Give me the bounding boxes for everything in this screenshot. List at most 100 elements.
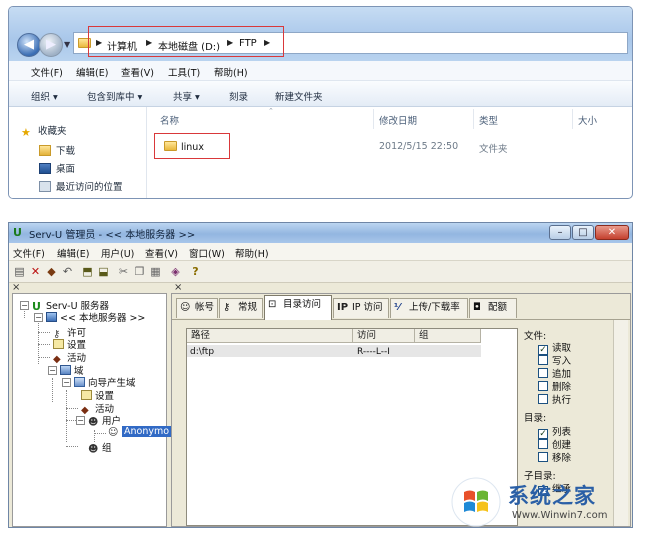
- checkbox-box[interactable]: [538, 439, 548, 449]
- checkbox-box[interactable]: [538, 368, 548, 378]
- tree-node-anonymous-user[interactable]: ☺ Anonymo: [108, 426, 172, 439]
- column-path[interactable]: 路径: [187, 329, 353, 343]
- column-type[interactable]: 类型: [479, 113, 498, 127]
- explorer-command-bar: 组织 ▾ 包含到库中 ▾ 共享 ▾ 刻录 新建文件夹: [9, 81, 632, 107]
- column-modified[interactable]: 修改日期: [379, 113, 417, 127]
- menu-edit[interactable]: 编辑(E): [76, 65, 108, 79]
- tree-line: [38, 332, 50, 333]
- tab-quota[interactable]: ◘ 配额: [469, 298, 517, 318]
- tree-node-domain-settings[interactable]: 设置: [81, 388, 114, 402]
- checkbox-box[interactable]: [538, 355, 548, 365]
- tab-upload-download-ratio[interactable]: ⅟ 上传/下载率: [390, 298, 468, 318]
- cut-icon[interactable]: ✂: [117, 265, 130, 278]
- servu-titlebar: U Serv-U 管理员 - << 本地服务器 >> – □ ✕: [9, 223, 632, 243]
- tree-line: [94, 433, 106, 434]
- servu-logo-icon: U: [13, 226, 22, 239]
- history-dropdown-icon[interactable]: ▼: [64, 40, 70, 49]
- column-name[interactable]: 名称: [160, 113, 179, 127]
- servu-menubar: 文件(F) 编辑(E) 用户(U) 查看(V) 窗口(W) 帮助(H): [9, 243, 632, 261]
- menu-help[interactable]: 帮助(H): [214, 65, 248, 79]
- tree-node-wizard-domain[interactable]: 向导产生域: [74, 375, 136, 389]
- checkbox-delete[interactable]: 删除: [538, 379, 571, 393]
- tab-account[interactable]: ☺ 帐号: [176, 298, 218, 318]
- dir-access-flags: R----L--I: [357, 347, 390, 357]
- tab-general[interactable]: ⚷ 常规: [219, 298, 263, 318]
- column-access[interactable]: 访问: [353, 329, 415, 343]
- collapse-icon[interactable]: −: [62, 378, 71, 387]
- share-button[interactable]: 共享 ▾: [173, 89, 200, 103]
- right-pane-close-icon[interactable]: ×: [174, 282, 182, 293]
- explorer-titlebar: ◀ ▶ ▼ ▶ 计算机 ▶ 本地磁盘 (D:) ▶ FTP ▶: [9, 7, 632, 61]
- nav-downloads[interactable]: 下载: [39, 143, 75, 159]
- tree-node-groups[interactable]: ☻ 组: [88, 440, 112, 455]
- collapse-icon[interactable]: −: [20, 301, 29, 310]
- checkbox-box[interactable]: [538, 452, 548, 462]
- tree-node-local-server[interactable]: << 本地服务器 >>: [46, 310, 145, 324]
- downloads-folder-icon: [39, 145, 51, 156]
- book-icon[interactable]: ◈: [169, 265, 182, 278]
- burn-button[interactable]: 刻录: [229, 89, 248, 103]
- connect-icon[interactable]: ◆: [45, 265, 58, 278]
- collapse-icon[interactable]: −: [34, 313, 43, 322]
- nav-favorites[interactable]: ★ 收藏夹: [21, 123, 67, 139]
- nav-recent-places[interactable]: 最近访问的位置: [39, 179, 123, 195]
- close-icon[interactable]: ✕: [595, 225, 629, 240]
- undo-icon[interactable]: ↶: [61, 265, 74, 278]
- menu-tools[interactable]: 工具(T): [168, 65, 200, 79]
- su-menu-view[interactable]: 查看(V): [145, 246, 178, 260]
- column-size[interactable]: 大小: [578, 113, 597, 127]
- checkbox-execute[interactable]: 执行: [538, 392, 571, 406]
- settings-icon: [81, 390, 92, 400]
- checkbox-box[interactable]: [538, 394, 548, 404]
- tree-node-users[interactable]: ☻ 用户: [88, 413, 121, 428]
- include-in-library-button[interactable]: 包含到库中 ▾: [87, 89, 142, 103]
- delete-icon[interactable]: ✕: [29, 265, 42, 278]
- copy-icon[interactable]: ❐: [133, 265, 146, 278]
- table-row[interactable]: [187, 345, 481, 357]
- tree-pane-close-icon[interactable]: ×: [12, 282, 20, 293]
- checkbox-box[interactable]: [538, 381, 548, 391]
- up-folder-icon[interactable]: ⬒: [81, 265, 94, 278]
- checkbox-write[interactable]: 写入: [538, 353, 571, 367]
- su-menu-help[interactable]: 帮助(H): [235, 246, 269, 260]
- collapse-icon[interactable]: −: [76, 416, 85, 425]
- minimize-icon[interactable]: –: [549, 225, 571, 240]
- organize-button[interactable]: 组织 ▾: [31, 89, 58, 103]
- su-menu-window[interactable]: 窗口(W): [189, 246, 225, 260]
- column-group[interactable]: 组: [415, 329, 481, 343]
- ratio-icon: ⅟: [394, 302, 401, 313]
- navigation-pane: ★ 收藏夹 下载 桌面 最近访问的位置: [9, 107, 147, 198]
- back-arrow-icon[interactable]: ◀: [17, 33, 41, 57]
- quota-icon: ◘: [473, 302, 481, 313]
- servu-toolbar: ▤ ✕ ◆ ↶ ⬒ ⬓ ✂ ❐ ▦ ◈ ?: [9, 261, 632, 283]
- forward-arrow-icon[interactable]: ▶: [39, 33, 63, 57]
- checkbox-read[interactable]: ✓ 读取: [538, 340, 571, 355]
- help-icon[interactable]: ?: [189, 265, 202, 278]
- checkbox-remove[interactable]: 移除: [538, 450, 571, 464]
- su-menu-edit[interactable]: 编辑(E): [57, 246, 89, 260]
- collapse-icon[interactable]: −: [48, 366, 57, 375]
- tab-dir-access[interactable]: ⊡ 目录访问: [264, 295, 332, 320]
- menu-view[interactable]: 查看(V): [121, 65, 154, 79]
- checkbox-list[interactable]: ✓ 列表: [538, 424, 571, 439]
- maximize-icon[interactable]: □: [572, 225, 594, 240]
- su-menu-user[interactable]: 用户(U): [101, 246, 134, 260]
- refresh-folder-icon[interactable]: ⬓: [97, 265, 110, 278]
- checkbox-append[interactable]: 追加: [538, 366, 571, 380]
- su-menu-file[interactable]: 文件(F): [13, 246, 45, 260]
- nav-desktop[interactable]: 桌面: [39, 161, 75, 177]
- explorer-menubar: 文件(F) 编辑(E) 查看(V) 工具(T) 帮助(H): [9, 61, 632, 81]
- tree-node-settings[interactable]: 设置: [53, 337, 86, 351]
- tree-line: [38, 344, 50, 345]
- servu-logo-icon: U: [32, 300, 41, 313]
- paste-icon[interactable]: ▦: [149, 265, 162, 278]
- pane-header-strip: × ×: [9, 282, 632, 293]
- watermark-url: Www.Winwin7.com: [512, 510, 608, 521]
- checkbox-create[interactable]: 创建: [538, 437, 571, 451]
- tab-ip-access[interactable]: IP IP 访问: [333, 298, 389, 318]
- menu-file[interactable]: 文件(F): [31, 65, 63, 79]
- tree-line: [52, 378, 53, 402]
- new-folder-button[interactable]: 新建文件夹: [275, 89, 323, 103]
- save-icon[interactable]: ▤: [13, 265, 26, 278]
- tree-node-activity[interactable]: ◆ 活动: [53, 350, 86, 365]
